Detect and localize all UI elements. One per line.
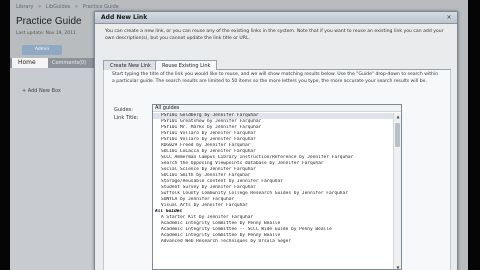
- dialog-title: Add New Link: [101, 14, 148, 21]
- guide-select-dropdown[interactable]: All guides PSY101 Goldberg by Jennifer F…: [152, 104, 402, 270]
- breadcrumb-separator: »: [38, 4, 42, 10]
- scroll-down-icon[interactable]: ▼: [394, 264, 401, 269]
- dialog-header: Add New Link ×: [95, 12, 457, 24]
- letterbox-left: [0, 0, 10, 270]
- breadcrumb-current: Practice Guide: [82, 4, 119, 10]
- admin-button[interactable]: Admin: [22, 45, 62, 55]
- close-icon[interactable]: ×: [445, 14, 453, 22]
- guide-select-value[interactable]: All guides: [153, 105, 401, 112]
- letterbox-right: [468, 0, 480, 270]
- link-title-label: Link Title:: [114, 115, 139, 121]
- tab-create-new-link[interactable]: Create New Link: [103, 60, 158, 70]
- guides-label: Guides:: [114, 107, 133, 113]
- dialog-intro: You can create a new link, or you can re…: [105, 29, 444, 41]
- page-body: [10, 68, 100, 270]
- page-last-update: Last update: Nov 19, 2011: [16, 31, 76, 36]
- scrollbar-thumb[interactable]: [395, 123, 400, 147]
- scroll-up-icon[interactable]: ▲: [394, 113, 401, 120]
- page-title: Practice Guide: [16, 16, 82, 27]
- screen: Library » LibGuides » Practice Guide Pra…: [10, 0, 468, 270]
- tab-home[interactable]: Home: [12, 58, 48, 68]
- guide-option-list: PSY101 Goldberg by Jennifer Farquhar PSY1…: [153, 113, 393, 245]
- guide-option[interactable]: Advanced Web Research Techniques by Ursu…: [153, 239, 393, 245]
- add-new-box-link[interactable]: + Add New Box: [22, 88, 61, 94]
- reuse-instructions: Start typing the title of the link you w…: [112, 72, 439, 84]
- breadcrumb-library[interactable]: Library: [16, 4, 33, 10]
- tab-comments[interactable]: Comments(0): [52, 59, 86, 68]
- breadcrumb-separator: »: [74, 4, 79, 10]
- breadcrumb-libguides[interactable]: LibGuides: [46, 4, 71, 10]
- dialog-tabs: Create New Link Reuse Existing Link: [103, 58, 451, 70]
- option-scrollbar[interactable]: ▲ ▼: [393, 113, 401, 269]
- page-tab-bar: Home Comments(0): [10, 58, 100, 68]
- add-link-dialog: Add New Link × You can create a new link…: [94, 11, 458, 270]
- tab-reuse-existing-link[interactable]: Reuse Existing Link: [155, 60, 218, 70]
- reuse-link-panel: Start typing the title of the link you w…: [103, 70, 451, 270]
